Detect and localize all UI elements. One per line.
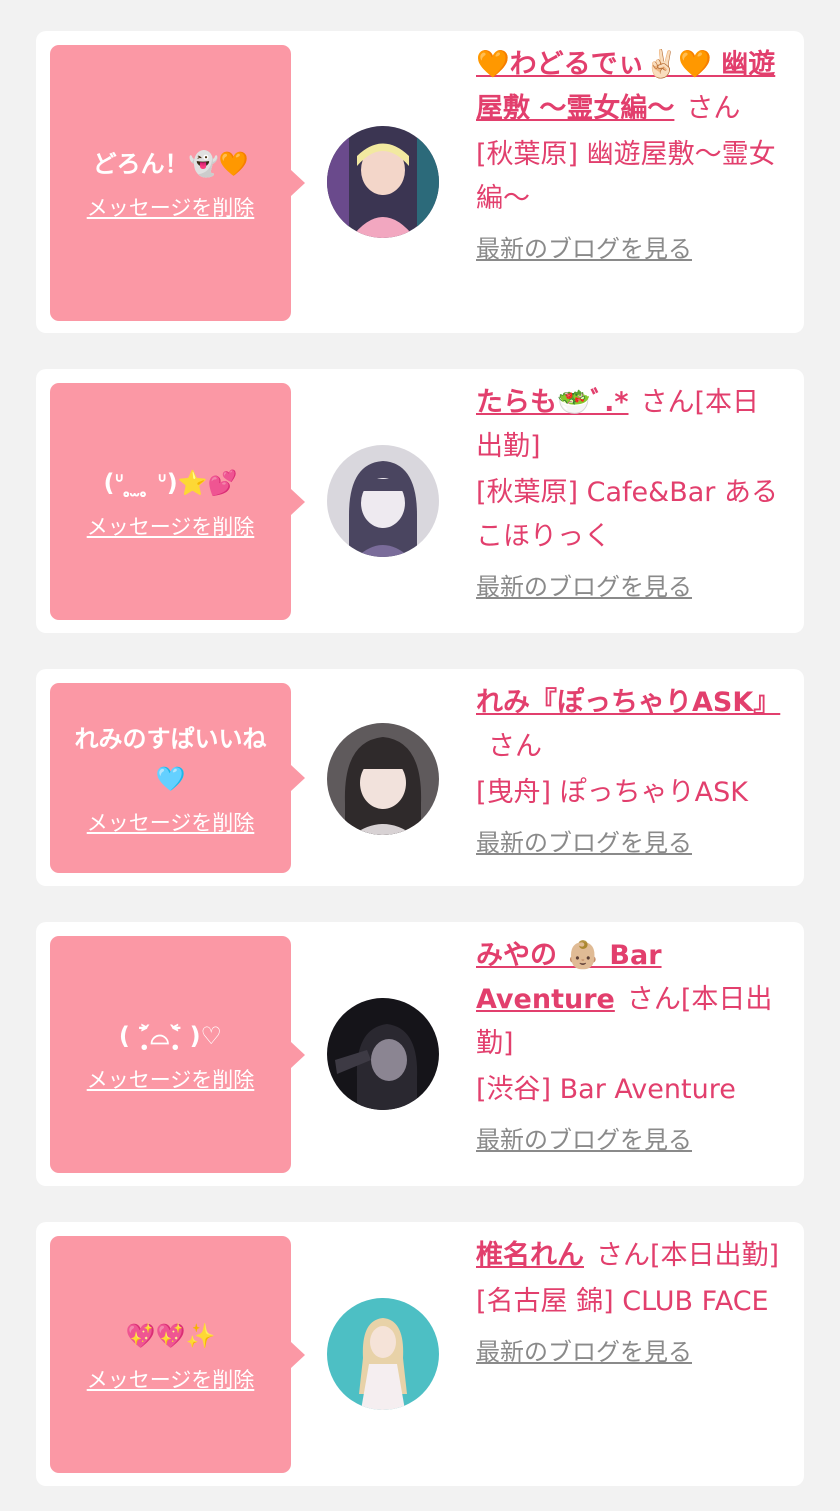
cast-name-line: 椎名れん さん[本日出勤] <box>476 1234 782 1278</box>
latest-blog-link[interactable]: 最新のブログを見る <box>476 569 692 605</box>
latest-blog-link[interactable]: 最新のブログを見る <box>476 231 692 267</box>
honorific: さん[本日出勤] <box>596 1240 780 1271</box>
avatar-photo <box>327 723 439 835</box>
shop-name: [曳舟] ぽっちゃりASK <box>476 777 748 808</box>
latest-blog-link[interactable]: 最新のブログを見る <box>476 1334 692 1370</box>
latest-blog-link[interactable]: 最新のブログを見る <box>476 1122 692 1158</box>
message-card: 💖💖✨ メッセージを削除 椎名れん さん[本日出勤] [名古屋 錦] CLUB F… <box>36 1222 804 1486</box>
cast-info: たらも🥗ﾞ.* さん[本日出勤] [秋葉原] Cafe&Bar あるこほりっく 最… <box>476 381 782 605</box>
message-bubble: れみのすぱいいね 🩵 メッセージを削除 <box>50 683 305 873</box>
message-text: 💖💖✨ <box>125 1321 216 1350</box>
avatar[interactable] <box>327 445 439 557</box>
cast-name-line: れみ『ぽっちゃりASK』さん <box>476 681 782 769</box>
shop-name: [秋葉原] 幽遊屋敷〜霊女編〜 <box>476 139 776 214</box>
cast-name-link[interactable]: たらも🥗ﾞ.* <box>476 387 629 418</box>
avatar-photo <box>327 126 439 238</box>
message-bubble: (ᐡ ̥̥̥ ̫ ̥̥̥ ᐡ)⭐💕 メッセージを削除 <box>50 383 305 620</box>
delete-message-link[interactable]: メッセージを削除 <box>87 809 255 837</box>
message-card: れみのすぱいいね 🩵 メッセージを削除 れみ『ぽっちゃりASK』さん [曳舟] … <box>36 669 804 886</box>
message-list: どろん！👻🧡 メッセージを削除 🧡わどるでぃ✌🏻🧡 幽遊屋敷 〜霊女編〜 さん [… <box>0 0 840 1511</box>
shop-name: [渋谷] Bar Aventure <box>476 1074 736 1105</box>
cast-info: みやの 👶🏼 Bar Aventure さん[本日出勤] [渋谷] Bar Ave… <box>476 934 782 1158</box>
cast-name-line: 🧡わどるでぃ✌🏻🧡 幽遊屋敷 〜霊女編〜 さん <box>476 43 782 131</box>
honorific: さん <box>488 731 542 762</box>
delete-message-link[interactable]: メッセージを削除 <box>87 1066 255 1094</box>
message-bubble: 💖💖✨ メッセージを削除 <box>50 1236 305 1473</box>
message-text: れみのすぱいいね 🩵 <box>74 725 267 793</box>
message-card: (ᐡ ̥̥̥ ̫ ̥̥̥ ᐡ)⭐💕 メッセージを削除 たらも🥗ﾞ.* さん[本日出… <box>36 369 804 633</box>
shop-name: [名古屋 錦] CLUB FACE <box>476 1286 769 1317</box>
message-bubble: ( ˃̣̣̥᷄⌓˂̣̣̥᷅ )♡ メッセージを削除 <box>50 936 305 1173</box>
cast-name-link[interactable]: れみ『ぽっちゃりASK』 <box>476 687 780 718</box>
avatar[interactable] <box>327 723 439 835</box>
message-text: (ᐡ ̥̥̥ ̫ ̥̥̥ ᐡ)⭐💕 <box>103 468 238 497</box>
message-text: どろん！👻🧡 <box>92 150 249 178</box>
cast-info: 🧡わどるでぃ✌🏻🧡 幽遊屋敷 〜霊女編〜 さん [秋葉原] 幽遊屋敷〜霊女編〜 最… <box>476 43 782 267</box>
cast-name-line: みやの 👶🏼 Bar Aventure さん[本日出勤] <box>476 934 782 1066</box>
cast-name-line: たらも🥗ﾞ.* さん[本日出勤] <box>476 381 782 469</box>
honorific: さん <box>686 93 741 124</box>
avatar[interactable] <box>327 998 439 1110</box>
latest-blog-link[interactable]: 最新のブログを見る <box>476 825 692 861</box>
avatar[interactable] <box>327 1298 439 1410</box>
message-bubble: どろん！👻🧡 メッセージを削除 <box>50 45 305 321</box>
cast-name-link[interactable]: 椎名れん <box>476 1240 584 1271</box>
avatar-photo <box>327 1298 439 1410</box>
cast-info: 椎名れん さん[本日出勤] [名古屋 錦] CLUB FACE 最新のブログを見る <box>476 1234 782 1370</box>
avatar-photo <box>327 445 439 557</box>
delete-message-link[interactable]: メッセージを削除 <box>87 194 255 222</box>
shop-name: [秋葉原] Cafe&Bar あるこほりっく <box>476 477 778 552</box>
message-card: ( ˃̣̣̥᷄⌓˂̣̣̥᷅ )♡ メッセージを削除 みやの 👶🏼 Bar Ave… <box>36 922 804 1186</box>
cast-info: れみ『ぽっちゃりASK』さん [曳舟] ぽっちゃりASK 最新のブログを見る <box>476 681 782 861</box>
avatar-photo <box>327 998 439 1110</box>
delete-message-link[interactable]: メッセージを削除 <box>87 1366 255 1394</box>
avatar[interactable] <box>327 126 439 238</box>
delete-message-link[interactable]: メッセージを削除 <box>87 513 255 541</box>
message-text: ( ˃̣̣̥᷄⌓˂̣̣̥᷅ )♡ <box>118 1021 223 1050</box>
message-card: どろん！👻🧡 メッセージを削除 🧡わどるでぃ✌🏻🧡 幽遊屋敷 〜霊女編〜 さん [… <box>36 31 804 333</box>
